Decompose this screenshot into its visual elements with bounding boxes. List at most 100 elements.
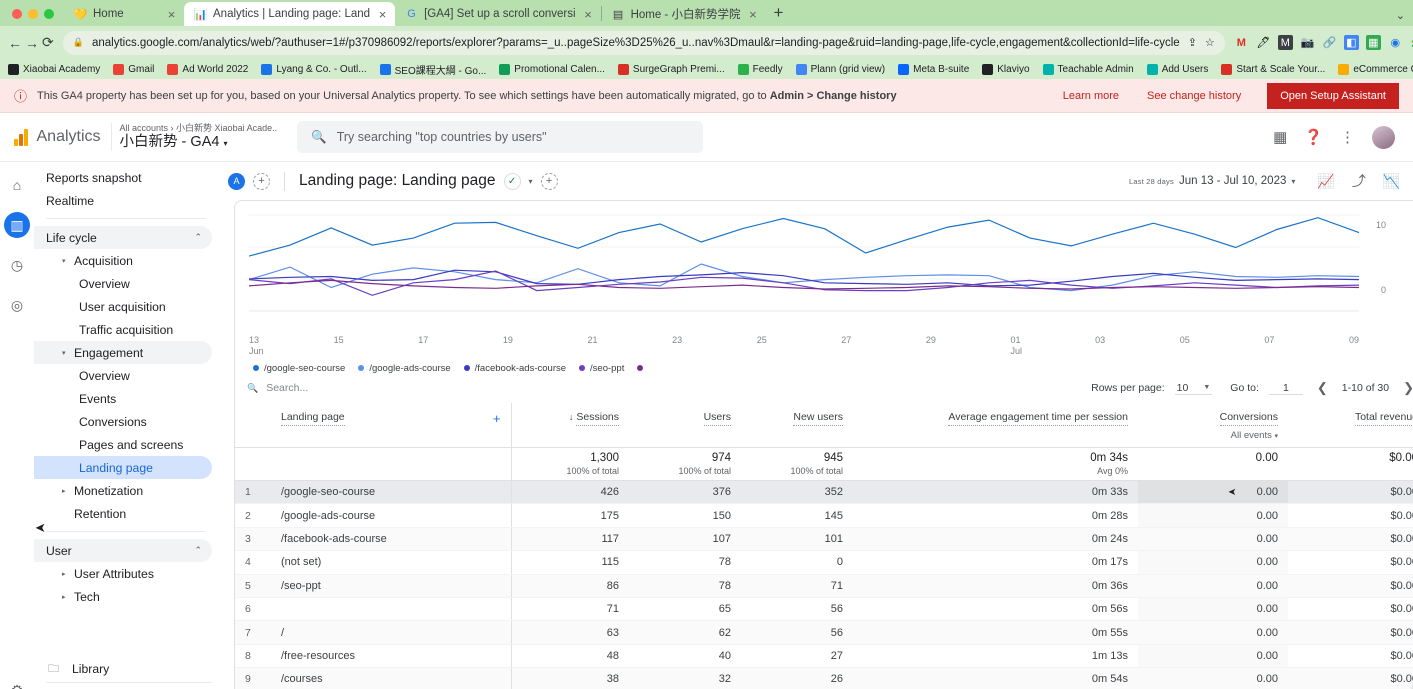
table-row[interactable]: 67165560m 56s0.00$0.00 — [235, 598, 1413, 621]
bookmark-item[interactable]: Start & Scale Your... — [1221, 64, 1325, 75]
sidebar-item-engagement[interactable]: ▾ Engagement — [34, 341, 212, 364]
table-row[interactable]: 4(not set)1157800m 17s0.00$0.00 — [235, 551, 1413, 574]
back-icon[interactable]: ← — [8, 30, 22, 56]
bookmark-item[interactable]: Teachable Admin — [1043, 64, 1134, 75]
home-icon[interactable]: ⌂ — [4, 172, 30, 198]
col-conversions[interactable]: Conversions All events ▾ — [1138, 403, 1288, 448]
sidebar-item-library[interactable]: 🗀 Library — [34, 656, 220, 682]
sidebar-item-retention[interactable]: Retention — [34, 502, 212, 525]
col-landing-page[interactable]: Landing page + — [271, 403, 511, 448]
col-total-revenue[interactable]: Total revenue — [1288, 403, 1413, 448]
bookmark-item[interactable]: Meta B-suite — [898, 64, 969, 75]
see-change-history-link[interactable]: See change history — [1147, 90, 1241, 102]
help-icon[interactable]: ❓ — [1304, 128, 1323, 146]
bookmark-item[interactable]: Klaviyo — [982, 64, 1029, 75]
close-window-button[interactable] — [12, 9, 22, 19]
address-bar[interactable]: 🔒 analytics.google.com/analytics/web/?au… — [63, 31, 1225, 55]
teal-extension-icon[interactable]: ◉ — [1388, 35, 1403, 50]
share-icon[interactable]: ⇪ — [1188, 36, 1197, 49]
bookmark-item[interactable]: eCommerce Case... — [1338, 64, 1413, 75]
legend-item[interactable]: /facebook-ads-course — [464, 363, 566, 374]
audience-badge[interactable]: A — [228, 173, 245, 190]
sidebar-item-events[interactable]: Events — [34, 387, 212, 410]
browser-tab-xiaobai[interactable]: ▤ Home - 小白新势学院 × — [602, 2, 766, 26]
window-traffic-lights[interactable] — [8, 9, 64, 26]
bookmark-item[interactable]: SurgeGraph Premi... — [618, 64, 725, 75]
reports-icon[interactable]: ▥ — [4, 212, 30, 238]
legend-item[interactable]: /google-ads-course — [358, 363, 450, 374]
green-extension-icon[interactable]: ▦ — [1366, 35, 1381, 50]
compare-icon[interactable]: 📉 — [1383, 173, 1400, 190]
advertising-icon[interactable]: ◎ — [4, 292, 30, 318]
table-row[interactable]: 7/6362560m 55s0.00$0.00 — [235, 621, 1413, 644]
sidebar-item-user-attributes[interactable]: ▸ User Attributes — [34, 562, 212, 585]
blue-extension-icon[interactable]: ◧ — [1344, 35, 1359, 50]
sidebar-item-reports-snapshot[interactable]: Reports snapshot — [34, 166, 212, 189]
add-comparison-button[interactable]: + — [253, 173, 270, 190]
collapse-sidebar-button[interactable]: ❮ — [46, 682, 212, 689]
minimize-window-button[interactable] — [28, 9, 38, 19]
sidebar-item-pages-and-screens[interactable]: Pages and screens — [34, 433, 212, 456]
camera-icon[interactable]: 📷 — [1300, 35, 1315, 50]
apps-grid-icon[interactable]: ▦ — [1273, 128, 1287, 146]
goto-page-input[interactable]: 1 — [1269, 382, 1303, 395]
tab-list-chevron-icon[interactable]: ⌄ — [1396, 9, 1405, 22]
col-avg-engagement[interactable]: Average engagement time per session — [853, 403, 1138, 448]
bookmark-item[interactable]: Add Users — [1147, 64, 1209, 75]
legend-item[interactable] — [637, 365, 648, 371]
next-page-icon[interactable]: ❯ — [1403, 380, 1413, 396]
table-row[interactable]: 3/facebook-ads-course1171071010m 24s0.00… — [235, 527, 1413, 550]
date-range-selector[interactable]: Last 28 days Jun 13 - Jul 10, 2023 ▾ — [1129, 175, 1295, 187]
notice-bold-link[interactable]: Admin > Change history — [770, 90, 897, 102]
sidebar-group-user[interactable]: User ⌃ — [34, 539, 212, 562]
previous-page-icon[interactable]: ❮ — [1317, 380, 1328, 396]
reload-icon[interactable]: ⟳ — [42, 30, 54, 56]
browser-tab-analytics[interactable]: 📊 Analytics | Landing page: Land × — [184, 2, 395, 26]
forward-icon[interactable]: → — [25, 30, 39, 56]
close-icon[interactable]: × — [582, 7, 595, 22]
sidebar-item-acquisition[interactable]: ▾ Acquisition — [34, 249, 212, 272]
table-row[interactable]: 2/google-ads-course1751501450m 28s0.00$0… — [235, 504, 1413, 527]
bookmark-item[interactable]: Xiaobai Academy — [8, 64, 100, 75]
explore-icon[interactable]: ◷ — [4, 252, 30, 278]
browser-tab-ga4-docs[interactable]: G [GA4] Set up a scroll conversi × — [395, 2, 600, 26]
eyedropper-icon[interactable]: 🖊 — [1256, 35, 1271, 50]
sidebar-item-realtime[interactable]: Realtime — [34, 189, 212, 212]
m-extension-icon[interactable]: M — [1278, 35, 1293, 50]
share-icon[interactable]: ⤴ — [1352, 171, 1366, 191]
sidebar-item-user-acquisition[interactable]: User acquisition — [34, 295, 212, 318]
rows-per-page-select[interactable]: 10 ▼ — [1175, 382, 1213, 395]
dimension-check-icon[interactable]: ✓ — [504, 173, 521, 190]
chevron-down-icon[interactable]: ▾ — [529, 177, 533, 186]
sidebar-item-traffic-acquisition[interactable]: Traffic acquisition — [34, 318, 212, 341]
table-search-input[interactable]: 🔍 Search... — [247, 382, 308, 394]
table-row[interactable]: 5/seo-ppt8678710m 36s0.00$0.00 — [235, 574, 1413, 597]
col-new-users[interactable]: New users — [741, 403, 853, 448]
line-chart[interactable]: 10 0 — [235, 201, 1413, 335]
sidebar-item-acquisition-overview[interactable]: Overview — [34, 272, 212, 295]
close-icon[interactable]: × — [746, 7, 759, 22]
insights-icon[interactable]: 📈 — [1317, 173, 1334, 190]
bookmark-item[interactable]: Lyang & Co. - Outl... — [261, 64, 366, 75]
open-setup-assistant-button[interactable]: Open Setup Assistant — [1267, 83, 1399, 109]
bookmark-item[interactable]: Promotional Calen... — [499, 64, 605, 75]
bookmark-item[interactable]: SEO課程大綱 - Go... — [380, 62, 487, 77]
browser-tab-home[interactable]: 💛 Home × — [64, 2, 184, 26]
settings-icon[interactable]: ⚙ — [4, 677, 30, 689]
new-tab-button[interactable]: + — [765, 3, 793, 26]
avatar[interactable] — [1372, 126, 1395, 149]
sidebar-item-engagement-overview[interactable]: Overview — [34, 364, 212, 387]
bookmark-item[interactable]: Ad World 2022 — [167, 64, 248, 75]
col-sessions[interactable]: ↓Sessions — [511, 403, 629, 448]
col-conversions-sublabel[interactable]: All events ▾ — [1148, 430, 1278, 441]
close-icon[interactable]: × — [165, 7, 178, 22]
more-options-icon[interactable]: ⋮ — [1340, 128, 1355, 146]
table-row[interactable]: 1/google-seo-course4263763520m 33s➤0.00$… — [235, 481, 1413, 504]
table-row[interactable]: 9/courses3832260m 54s0.00$0.00 — [235, 668, 1413, 689]
bookmark-item[interactable]: Plann (grid view) — [796, 64, 885, 75]
close-icon[interactable]: × — [376, 7, 389, 22]
legend-item[interactable]: /google-seo-course — [253, 363, 345, 374]
link-icon[interactable]: 🔗 — [1322, 35, 1337, 50]
bookmark-item[interactable]: Gmail — [113, 64, 154, 75]
sidebar-group-life-cycle[interactable]: Life cycle ⌃ — [34, 226, 212, 249]
